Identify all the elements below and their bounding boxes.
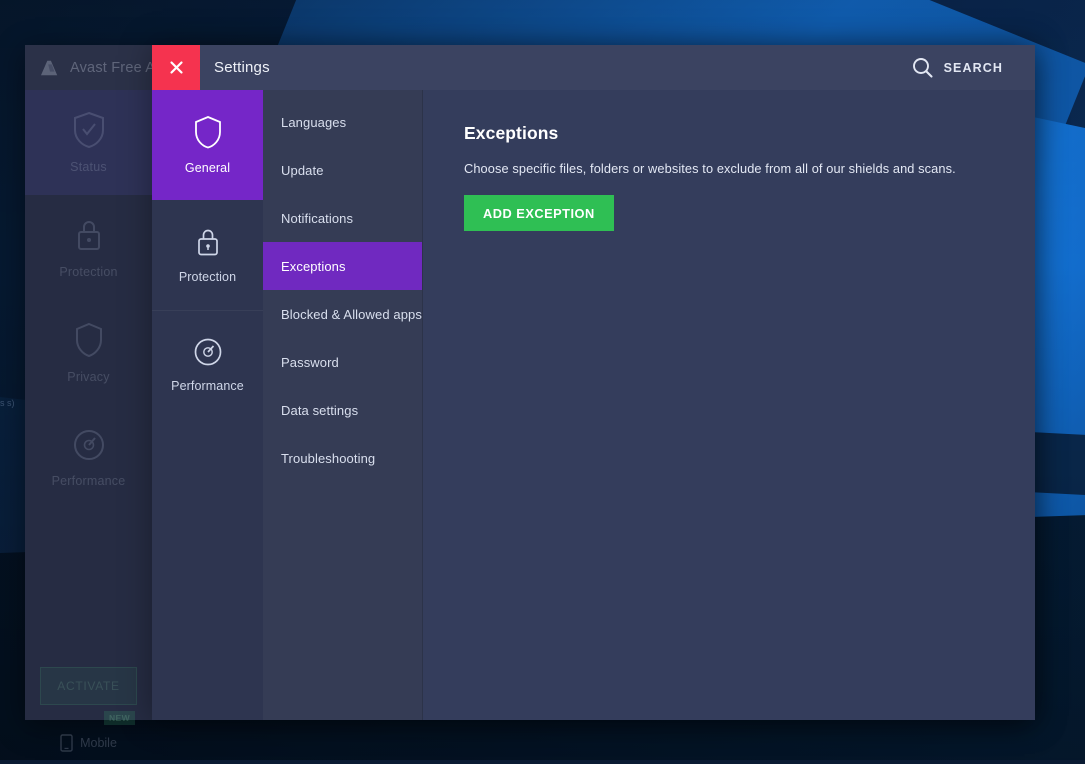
search-button[interactable]: SEARCH bbox=[912, 57, 1003, 78]
sidebar-item-label: Performance bbox=[52, 474, 126, 488]
speedometer-icon bbox=[193, 337, 223, 367]
settings-header: Settings SEARCH bbox=[152, 45, 1035, 90]
settings-nav-list: Languages Update Notifications Exception… bbox=[263, 90, 423, 720]
shield-icon bbox=[73, 321, 105, 359]
nav-item-data-settings[interactable]: Data settings bbox=[263, 386, 422, 434]
avast-logo-icon bbox=[39, 59, 61, 77]
add-exception-button[interactable]: ADD EXCEPTION bbox=[464, 195, 614, 231]
sidebar-item-mobile: Mobile bbox=[25, 722, 152, 764]
shield-icon bbox=[193, 115, 223, 149]
sidebar-item-status: Status bbox=[25, 90, 152, 195]
nav-item-update[interactable]: Update bbox=[263, 146, 422, 194]
category-general[interactable]: General bbox=[152, 90, 263, 200]
sidebar-item-label: Mobile bbox=[80, 736, 117, 750]
settings-dialog: Settings SEARCH General Protection bbox=[152, 45, 1035, 720]
category-label: General bbox=[185, 161, 230, 175]
close-button[interactable] bbox=[152, 45, 200, 90]
speedometer-icon bbox=[72, 427, 106, 463]
category-performance[interactable]: Performance bbox=[152, 310, 263, 420]
sidebar-item-label: Status bbox=[70, 160, 107, 174]
search-label: SEARCH bbox=[944, 61, 1003, 75]
lock-icon bbox=[194, 226, 222, 258]
nav-item-password[interactable]: Password bbox=[263, 338, 422, 386]
mobile-phone-icon bbox=[60, 734, 73, 752]
sidebar-item-privacy: Privacy bbox=[25, 300, 152, 405]
lock-icon bbox=[73, 216, 105, 254]
sidebar-item-label: Protection bbox=[59, 265, 117, 279]
shield-check-icon bbox=[72, 111, 106, 149]
nav-item-blocked-allowed-apps[interactable]: Blocked & Allowed apps bbox=[263, 290, 422, 338]
desktop-edge-text: s s) bbox=[0, 398, 18, 432]
category-protection[interactable]: Protection bbox=[152, 200, 263, 310]
close-x-icon bbox=[169, 60, 184, 75]
search-icon bbox=[912, 57, 933, 78]
category-label: Performance bbox=[171, 379, 244, 393]
page-description: Choose specific files, folders or websit… bbox=[464, 161, 1035, 176]
settings-content-panel: Exceptions Choose specific files, folder… bbox=[424, 90, 1035, 720]
page-title: Exceptions bbox=[464, 123, 1035, 144]
category-label: Protection bbox=[179, 270, 236, 284]
nav-item-troubleshooting[interactable]: Troubleshooting bbox=[263, 434, 422, 482]
sidebar-item-protection: Protection bbox=[25, 195, 152, 300]
activate-button: ACTIVATE bbox=[40, 667, 137, 705]
avast-sidebar: Status Protection Privacy Performance bbox=[25, 90, 152, 720]
nav-item-notifications[interactable]: Notifications bbox=[263, 194, 422, 242]
avast-window-title: Avast Free A bbox=[70, 60, 155, 76]
sidebar-item-performance: Performance bbox=[25, 405, 152, 510]
settings-title: Settings bbox=[214, 59, 270, 76]
settings-category-column: General Protection Performance bbox=[152, 90, 263, 720]
nav-item-exceptions[interactable]: Exceptions bbox=[263, 242, 422, 290]
nav-item-languages[interactable]: Languages bbox=[263, 98, 422, 146]
sidebar-item-label: Privacy bbox=[67, 370, 109, 384]
